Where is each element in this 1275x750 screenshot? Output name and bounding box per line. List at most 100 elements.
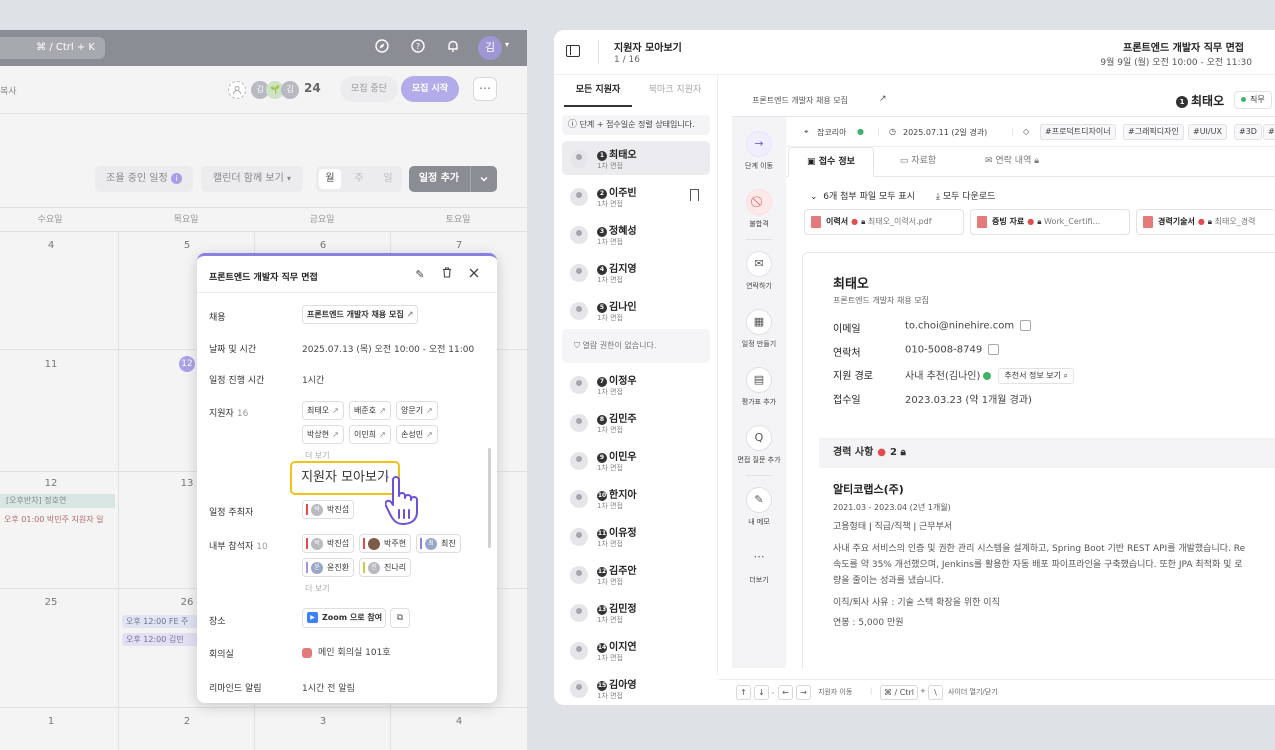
user-avatar[interactable]: 김 — [478, 36, 502, 60]
bookmark-icon[interactable] — [690, 189, 699, 201]
applicant-chip[interactable]: 배준호 ↗ — [349, 401, 391, 420]
list-item[interactable]: 3 정혜성 1차 면접 — [562, 217, 710, 251]
more-icon[interactable]: ⋯ — [473, 77, 497, 101]
tab-materials[interactable]: ▭ 자료함 — [878, 147, 958, 177]
list-item[interactable]: 7 이정우 1차 면접 — [562, 367, 710, 401]
list-item[interactable]: 1 최태오 1차 면접 — [562, 141, 710, 175]
tab-all-applicants[interactable]: 모든 지원자 — [564, 75, 632, 107]
copy-label[interactable]: 복사 — [0, 84, 17, 97]
date-cell[interactable]: 3 — [313, 716, 333, 727]
contact-button[interactable]: ✉ 연락하기 — [736, 251, 782, 291]
tab-contact-history[interactable]: ✉ 연락 내역 🔒︎ — [962, 147, 1062, 177]
close-recruit-button[interactable]: 모집 중단 — [340, 76, 398, 102]
start-recruit-button[interactable]: 모집 시작 — [401, 76, 459, 102]
memo-button[interactable]: ✎ 내 메모 — [736, 487, 782, 527]
applicant-chip[interactable]: 최태오 ↗ — [302, 401, 344, 420]
file-resume[interactable]: 이력서 ● 🔒︎ 최태오_이력서.pdf — [804, 209, 964, 235]
status-badge[interactable]: 직무 — [1234, 91, 1272, 109]
list-item[interactable]: 10 한지아 1차 면접 — [562, 481, 710, 515]
date-cell[interactable]: 1 — [41, 716, 61, 727]
external-link-icon[interactable]: ↗ — [879, 94, 887, 104]
date-cell[interactable]: 5 — [177, 240, 197, 251]
date-cell[interactable]: 26 — [177, 597, 197, 608]
list-item[interactable]: 15 김아영 1차 면접 — [562, 671, 710, 705]
add-question-button[interactable]: Q 면접 질문 추가 — [736, 425, 782, 465]
event-item[interactable]: 오후 12:00 FE 주 — [122, 615, 198, 628]
list-item[interactable]: 11 이유정 1차 면접 — [562, 519, 710, 553]
list-item[interactable]: 9 이민우 1차 면접 — [562, 443, 710, 477]
add-schedule-button[interactable]: 일정 추가 — [409, 166, 497, 192]
participant-chip[interactable]: 윤 윤진환 — [302, 558, 355, 577]
add-evaluation-button[interactable]: ▤ 평가표 추가 — [736, 367, 782, 407]
attachments-toggle[interactable]: ⌄ 6개 첨부 파일 모두 표시 — [810, 189, 915, 202]
popup-scrollbar[interactable] — [488, 448, 491, 548]
list-item[interactable]: 14 이지연 1차 면접 — [562, 633, 710, 667]
search-shortcut[interactable]: ⌘ / Ctrl + K — [0, 37, 105, 59]
calendar-view-select[interactable]: 캘린더 함께 보기 ▾ — [201, 166, 303, 192]
applicant-chip[interactable]: 양문기 ↗ — [396, 401, 438, 420]
date-cell[interactable]: 12 — [41, 478, 61, 489]
close-icon[interactable] — [465, 266, 483, 284]
applicant-chip[interactable]: 박상현 ↗ — [302, 425, 344, 444]
list-item[interactable]: 8 김민주 1차 면접 — [562, 405, 710, 439]
today-date[interactable]: 12 — [179, 356, 195, 372]
participant-chip[interactable]: 최 최진 — [416, 534, 461, 553]
more-link[interactable]: 더 보기 — [305, 583, 330, 594]
chevron-down-icon[interactable] — [470, 166, 497, 192]
date-cell[interactable]: 13 — [177, 478, 197, 489]
view-month[interactable]: 월 — [319, 169, 341, 189]
participant-chip[interactable]: 진 진나리 — [359, 558, 412, 577]
chevron-down-icon[interactable]: ▾ — [505, 40, 509, 49]
date-cell[interactable]: 11 — [41, 359, 61, 370]
tab-application-info[interactable]: ▣ 접수 정보 — [788, 147, 874, 177]
date-cell[interactable]: 4 — [41, 240, 61, 251]
bell-icon[interactable] — [444, 39, 462, 57]
referral-info-button[interactable]: 추천서 정보 보기 ⌕ — [998, 368, 1075, 384]
host-chip[interactable]: 박 박진섭 — [302, 500, 355, 519]
date-cell[interactable]: 7 — [449, 240, 469, 251]
date-cell[interactable]: 25 — [41, 597, 61, 608]
event-item[interactable]: 오후 12:00 김민 — [122, 633, 198, 646]
list-item[interactable]: 13 김민정 1차 면접 — [562, 595, 710, 629]
view-day[interactable]: 일 — [377, 166, 399, 192]
event-item[interactable]: 오후 01:00 박민주 지원자 일 — [4, 514, 103, 525]
create-schedule-button[interactable]: ▦ 일정 만들기 — [736, 309, 782, 349]
download-all-button[interactable]: ⤓ 모두 다운로드 — [936, 189, 995, 202]
move-stage-button[interactable]: → 단계 이동 — [736, 131, 782, 171]
collect-view-button[interactable]: 지원자 모아보기 — [290, 461, 400, 495]
trash-icon[interactable] — [438, 266, 456, 284]
coordinating-button[interactable]: 조율 중인 일정 i — [95, 166, 193, 192]
participant-chip[interactable]: 박 박진섭 — [302, 534, 355, 553]
date-cell[interactable]: 2 — [177, 716, 197, 727]
more-actions-button[interactable]: ⋯ 더보기 — [736, 545, 782, 585]
copy-icon[interactable] — [988, 344, 1000, 355]
sidebar-toggle-icon[interactable] — [566, 45, 580, 57]
copy-icon[interactable]: ⧉ — [390, 608, 410, 628]
reminder-label: 리마인드 알림 — [209, 684, 262, 694]
file-evidence[interactable]: 증빙 자료 ● 🔒︎ Work_Certifi... — [970, 209, 1130, 235]
participant-chip[interactable]: 박주현 — [359, 534, 412, 553]
recruit-bar: 복사 김 🌱 김 24 모집 중단 모집 시작 ⋯ — [0, 66, 527, 114]
key-right: → — [796, 685, 811, 700]
applicant-chip[interactable]: 손성민 ↗ — [396, 425, 438, 444]
reject-button[interactable]: ⃠불합격 — [736, 189, 782, 229]
list-item[interactable]: 12 김주안 1차 면접 — [562, 557, 710, 591]
zoom-join-button[interactable]: ▶ Zoom 으로 참여 — [302, 608, 386, 628]
recruit-link[interactable]: 프론트엔드 개발자 채용 모집 ↗ — [302, 305, 419, 324]
applicant-chip[interactable]: 이민희 ↗ — [349, 425, 391, 444]
event-item[interactable]: [오후반차] 정호연 — [0, 494, 115, 508]
date-cell[interactable]: 6 — [313, 240, 333, 251]
list-item[interactable]: 2 이주빈 1차 면접 — [562, 179, 710, 213]
view-week[interactable]: 주 — [348, 166, 370, 192]
more-link[interactable]: 더 보기 — [305, 450, 330, 461]
compass-icon[interactable] — [373, 39, 391, 57]
list-item[interactable]: 5 김나인 1차 면접 — [562, 293, 710, 327]
edit-icon[interactable]: ✎ — [411, 266, 429, 284]
add-member-icon[interactable] — [228, 81, 246, 99]
copy-icon[interactable] — [1020, 320, 1032, 331]
help-icon[interactable]: ? — [409, 39, 427, 57]
list-item[interactable]: 4 김지영 1차 면접 — [562, 255, 710, 289]
date-cell[interactable]: 4 — [449, 716, 469, 727]
file-career[interactable]: 경력기술서 ● 🔒︎ 최태오_경력 — [1136, 209, 1275, 235]
tab-bookmark-applicants[interactable]: 북마크 지원자 — [640, 75, 710, 107]
